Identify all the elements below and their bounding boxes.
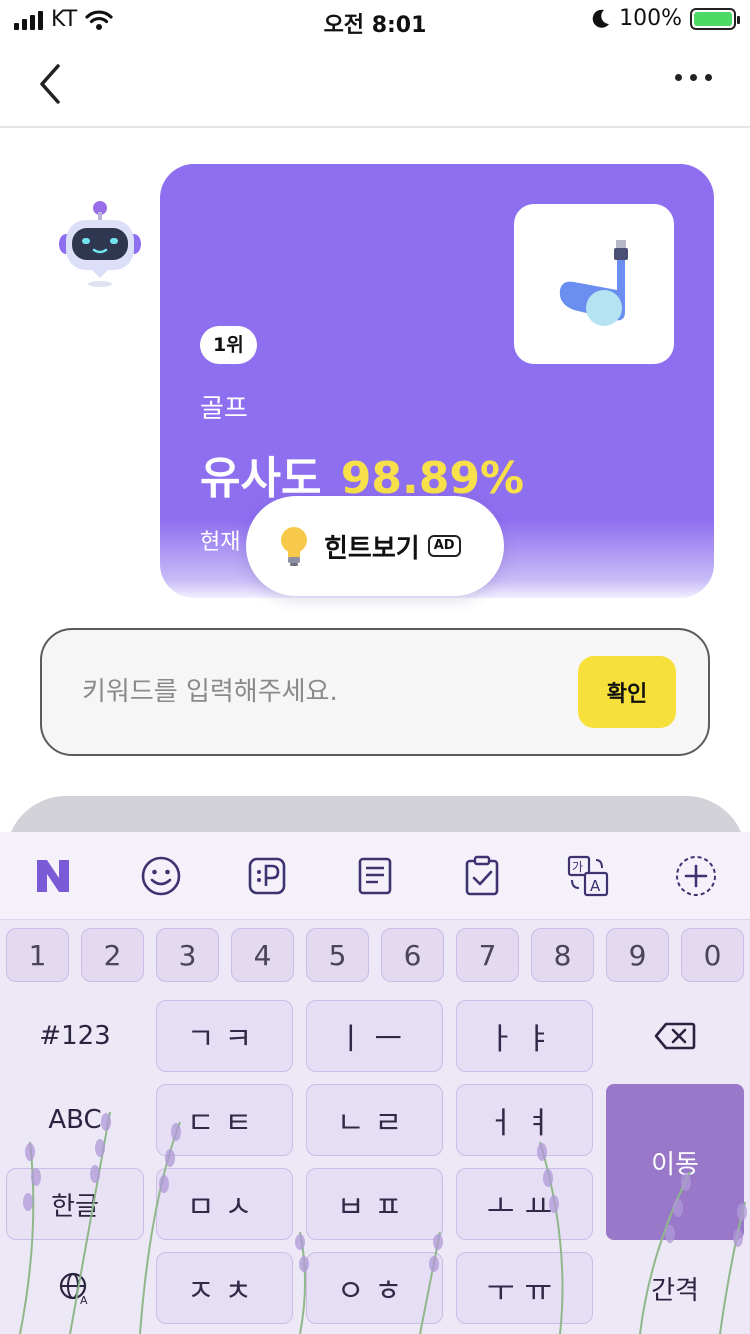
back-icon[interactable] [30, 62, 74, 106]
key-i-eu[interactable]: ㅣㅡ [306, 1000, 443, 1072]
confirm-button[interactable]: 확인 [578, 656, 676, 728]
robot-avatar-icon [59, 201, 141, 287]
rank-badge: 1위 [200, 326, 257, 364]
key-ieung-hieut[interactable]: ㅇㅎ [306, 1252, 443, 1324]
hangul-key[interactable]: 한글 [6, 1168, 144, 1240]
space-key[interactable]: 간격 [606, 1252, 744, 1324]
key-bieup-pieup[interactable]: ㅂㅍ [306, 1168, 443, 1240]
keyboard-toolbar: 가 A [0, 832, 750, 920]
key-digeut-tieut[interactable]: ㄷㅌ [156, 1084, 293, 1156]
key-eo-yeo[interactable]: ㅓㅕ [456, 1084, 593, 1156]
hint-label: 힌트보기 [324, 533, 420, 564]
add-icon[interactable] [674, 854, 718, 898]
backspace-icon [654, 1022, 696, 1050]
globe-key[interactable]: A [6, 1252, 144, 1324]
svg-text:A: A [80, 1294, 88, 1305]
key-0[interactable]: 0 [681, 928, 744, 982]
key-a-ya[interactable]: ㅏㅑ [456, 1000, 593, 1072]
key-5[interactable]: 5 [306, 928, 369, 982]
translate-icon[interactable]: 가 A [566, 854, 610, 898]
naver-n-icon[interactable] [31, 854, 75, 898]
keyword-input-box: 확인 [40, 628, 710, 756]
key-7[interactable]: 7 [456, 928, 519, 982]
key-6[interactable]: 6 [381, 928, 444, 982]
clipboard-icon[interactable] [460, 854, 504, 898]
battery-icon [690, 7, 740, 30]
battery-percent: 100% [619, 6, 682, 31]
emoji-icon[interactable] [139, 854, 183, 898]
globe-icon: A [59, 1272, 88, 1305]
key-4[interactable]: 4 [231, 928, 294, 982]
golf-image [514, 204, 674, 364]
key-8[interactable]: 8 [531, 928, 594, 982]
category-label: 골프 [200, 394, 248, 424]
backspace-key[interactable] [606, 1000, 744, 1072]
key-nieun-rieul[interactable]: ㄴㄹ [306, 1084, 443, 1156]
key-9[interactable]: 9 [606, 928, 669, 982]
more-icon[interactable] [675, 74, 712, 81]
keyboard: 가 A 1 2 3 4 5 6 7 8 9 0 #123 ㄱㅋ ㅣㅡ ㅏㅑ AB… [0, 832, 750, 1334]
moon-icon [592, 9, 610, 28]
lightbulb-icon [281, 527, 307, 566]
nav-bar [0, 44, 750, 128]
key-3[interactable]: 3 [156, 928, 219, 982]
svg-text:가: 가 [572, 860, 583, 874]
move-key[interactable]: 이동 [606, 1084, 744, 1240]
key-o-yo[interactable]: ㅗㅛ [456, 1168, 593, 1240]
status-bar: KT 오전 8:01 100% [0, 0, 750, 44]
ad-badge: AD [427, 535, 461, 557]
key-1[interactable]: 1 [6, 928, 69, 982]
svg-text:A: A [590, 877, 601, 895]
key-giyeok-kieuk[interactable]: ㄱㅋ [156, 1000, 293, 1072]
symbols-key[interactable]: #123 [6, 1000, 144, 1072]
memo-icon[interactable] [353, 854, 397, 898]
hint-button[interactable]: 힌트보기 AD [246, 496, 504, 596]
keyword-input[interactable] [82, 666, 562, 718]
status-right: 100% [591, 6, 740, 31]
sticker-p-icon[interactable] [245, 854, 289, 898]
key-2[interactable]: 2 [81, 928, 144, 982]
abc-key[interactable]: ABC [6, 1084, 144, 1156]
key-jieut-chieut[interactable]: ㅈㅊ [156, 1252, 293, 1324]
current-label: 현재 [200, 530, 241, 555]
key-mieum-siot[interactable]: ㅁㅅ [156, 1168, 293, 1240]
key-u-yu[interactable]: ㅜㅠ [456, 1252, 593, 1324]
golf-club-icon [559, 240, 628, 326]
